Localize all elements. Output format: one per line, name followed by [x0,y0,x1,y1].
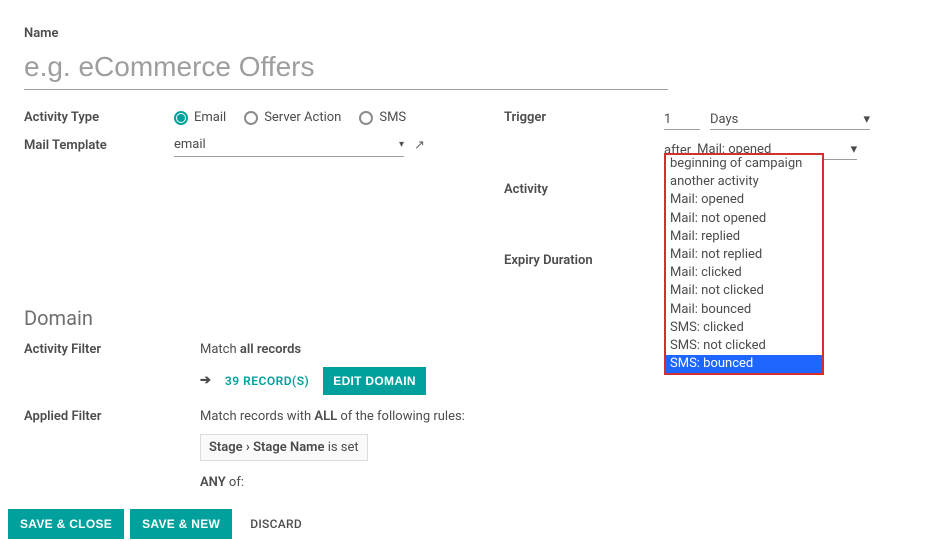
discard-button[interactable]: DISCARD [238,509,314,539]
arrow-right-icon: ➔ [200,373,211,388]
save-new-button[interactable]: SAVE & NEW [130,509,232,539]
applied-post: of the following rules: [337,409,465,424]
trigger-unit-value: Days [710,112,738,127]
mail-template-select[interactable]: email ▾ [174,133,404,157]
dropdown-option[interactable]: Mail: not opened [666,210,822,228]
dropdown-option[interactable]: SMS: clicked [666,319,822,337]
radio-email-label: Email [194,110,226,125]
dropdown-option[interactable]: Mail: replied [666,228,822,246]
activity-type-label: Activity Type [24,110,174,125]
match-all-records: all records [240,342,301,357]
applied-all: ALL [314,409,337,424]
applied-pre: Match records with [200,409,314,424]
chip-operator: is set [328,440,359,455]
dropdown-option[interactable]: SMS: bounced [666,355,822,373]
chevron-down-icon: ▾ [863,112,870,127]
chevron-right-icon: › [246,440,250,455]
expiry-label: Expiry Duration [504,253,664,268]
records-count-link[interactable]: 39 RECORD(S) [225,374,309,388]
dropdown-option[interactable]: Mail: not replied [666,246,822,264]
activity-filter-label: Activity Filter [24,342,200,395]
chevron-down-icon: ▾ [851,142,858,157]
any-post: of: [226,475,244,490]
trigger-label: Trigger [504,110,664,125]
dropdown-option[interactable]: Mail: not clicked [666,282,822,300]
applied-filter-label: Applied Filter [24,409,200,490]
mail-template-value: email [174,137,206,152]
dropdown-option[interactable]: another activity [666,173,822,191]
radio-sms[interactable]: SMS [359,110,406,125]
dropdown-option[interactable]: SMS: not clicked [666,337,822,355]
dropdown-option[interactable]: Mail: bounced [666,301,822,319]
save-close-button[interactable]: SAVE & CLOSE [8,509,124,539]
radio-server-action[interactable]: Server Action [244,110,341,125]
match-prefix: Match [200,342,240,357]
radio-sms-label: SMS [379,110,406,125]
activity-type-radios: Email Server Action SMS [174,110,406,125]
chevron-down-icon: ▾ [399,139,404,150]
radio-server-action-label: Server Action [264,110,341,125]
trigger-after-dropdown: beginning of campaign another activity M… [664,153,824,375]
radio-email[interactable]: Email [174,110,226,125]
name-input[interactable] [24,45,668,90]
name-label: Name [24,26,919,41]
trigger-unit-select[interactable]: Days ▾ [710,110,870,130]
dropdown-option[interactable]: Mail: opened [666,191,822,209]
mail-template-label: Mail Template [24,138,174,153]
activity-label: Activity [504,182,664,197]
any-word: ANY [200,475,226,490]
edit-domain-button[interactable]: EDIT DOMAIN [323,367,426,395]
rule-chip[interactable]: Stage › Stage Name is set [200,434,368,461]
trigger-count-input[interactable]: 1 [664,110,700,130]
footer-actions: SAVE & CLOSE SAVE & NEW DISCARD [8,509,314,539]
chip-subfield: Stage Name [253,440,324,455]
dropdown-option[interactable]: Mail: clicked [666,264,822,282]
chip-field: Stage [209,440,243,455]
dropdown-option[interactable]: beginning of campaign [666,155,822,173]
external-link-icon[interactable]: ↗ [414,138,425,153]
